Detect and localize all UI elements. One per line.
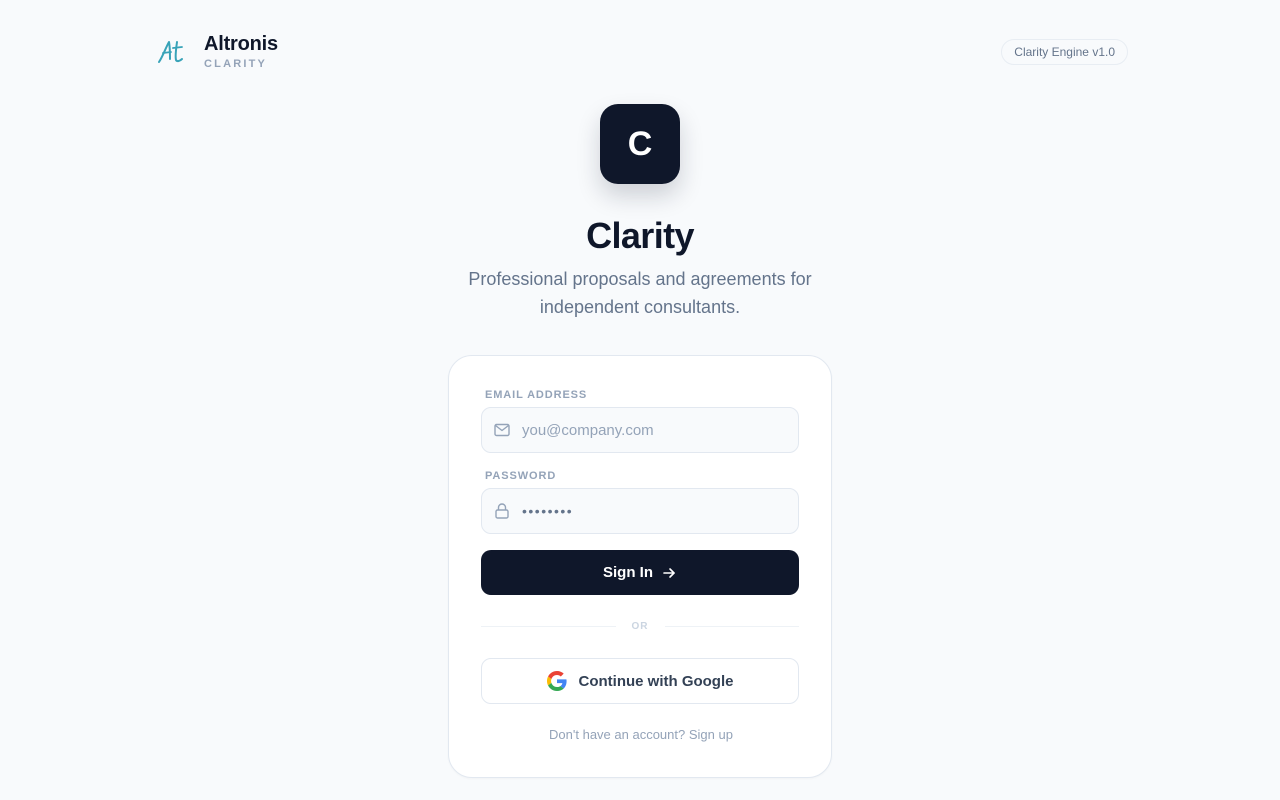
login-card: EMAIL ADDRESS PASSWORD Sign In (448, 355, 832, 778)
altronis-logo-icon (156, 37, 186, 67)
divider-line-left (481, 625, 616, 627)
page-subtitle: Professional proposals and agreements fo… (468, 269, 812, 317)
brand[interactable]: Altronis CLARITY (156, 32, 278, 71)
password-input[interactable] (522, 489, 790, 533)
arrow-right-icon (661, 565, 677, 581)
lock-icon (493, 502, 511, 520)
email-field-wrapper[interactable] (481, 407, 799, 453)
google-icon (546, 671, 567, 691)
or-divider: OR (481, 618, 799, 634)
divider-line-right (664, 625, 799, 627)
app-icon: C (600, 104, 680, 184)
signup-prompt: Don't have an account? (549, 727, 689, 742)
sign-in-button[interactable]: Sign In (481, 550, 799, 595)
version-badge: Clarity Engine v1.0 (1001, 39, 1128, 65)
google-sign-in-button[interactable]: Continue with Google (481, 658, 799, 704)
google-label: Continue with Google (578, 672, 734, 690)
mail-icon (493, 421, 511, 439)
sign-up-link[interactable]: Sign up (689, 727, 733, 742)
brand-text: Altronis CLARITY (204, 32, 278, 71)
sign-in-label: Sign In (603, 564, 653, 581)
password-field-wrapper[interactable] (481, 488, 799, 534)
signup-row: Don't have an account? Sign up (449, 727, 833, 742)
page-title: Clarity (586, 215, 694, 256)
email-label: EMAIL ADDRESS (485, 389, 588, 401)
brand-name: Altronis (204, 33, 278, 55)
brand-subtitle: CLARITY (204, 58, 268, 70)
password-label: PASSWORD (485, 470, 557, 482)
email-input[interactable] (522, 408, 790, 452)
divider-text: OR (631, 620, 649, 632)
